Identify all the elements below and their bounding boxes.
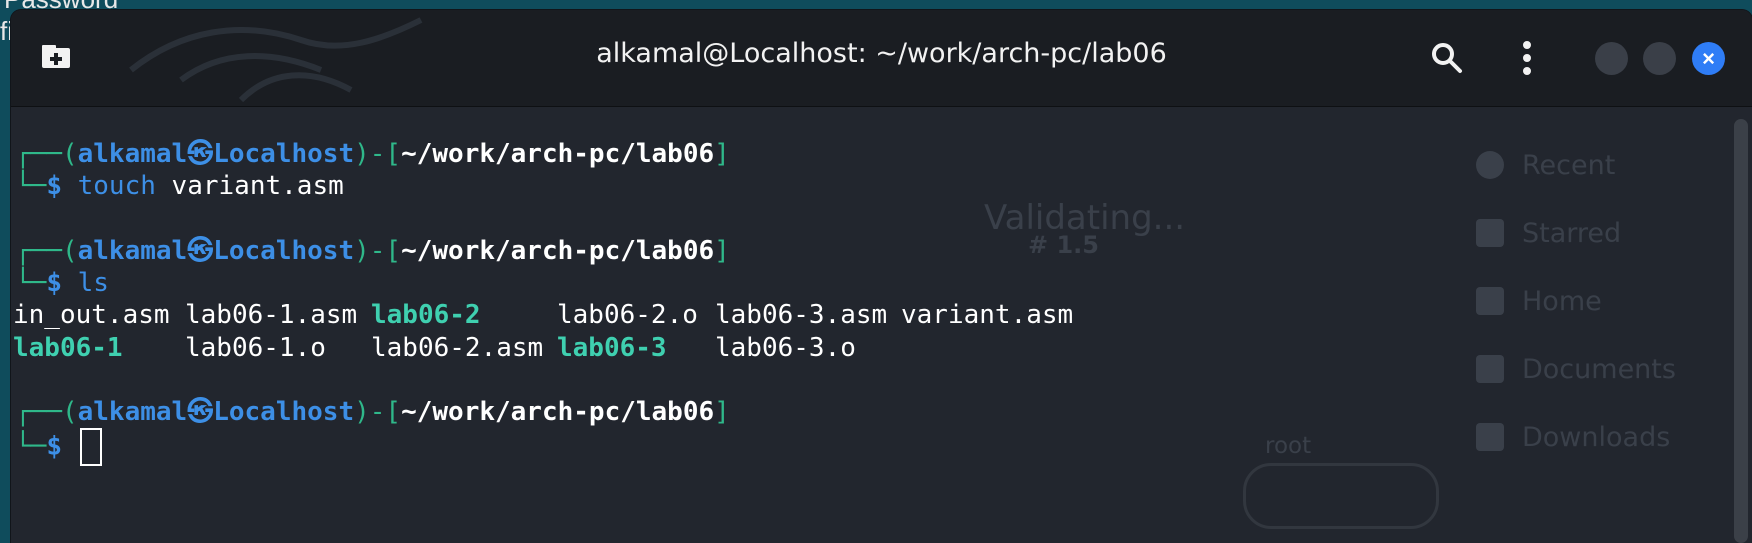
clock-icon xyxy=(1476,151,1504,179)
ghost-place-starred: Starred xyxy=(1476,213,1621,253)
command-line[interactable]: └─$ xyxy=(15,428,102,466)
close-icon: × xyxy=(1702,45,1715,71)
command-line: └─$ ls xyxy=(15,268,109,298)
file-entry: lab06-1.o xyxy=(185,333,326,363)
file-entry: in_out.asm xyxy=(13,300,170,330)
menu-button[interactable] xyxy=(1519,40,1535,76)
file-entry-executable: lab06-2 xyxy=(371,300,481,330)
new-tab-icon xyxy=(42,45,70,68)
ls-output-row: lab06-1 lab06-1.o lab06-2.asm lab06-3 lab06-… xyxy=(13,332,856,364)
scrollbar[interactable] xyxy=(1734,119,1748,543)
download-icon xyxy=(1476,423,1504,451)
file-entry: lab06-1.asm xyxy=(185,300,358,330)
file-entry: lab06-3.o xyxy=(715,333,856,363)
title-bar[interactable]: alkamal@Localhost: ~/work/arch-pc/lab06 xyxy=(11,10,1752,107)
search-button[interactable] xyxy=(1429,40,1465,76)
file-entry-executable: lab06-1 xyxy=(13,333,123,363)
window-title: alkamal@Localhost: ~/work/arch-pc/lab06 xyxy=(596,38,1167,69)
prompt-line: ┌──(alkamal㉿Localhost)-[~/work/arch-pc/l… xyxy=(15,397,730,427)
ghost-place-recent: Recent xyxy=(1476,145,1615,185)
star-icon xyxy=(1476,219,1504,247)
ghost-place-documents: Documents xyxy=(1476,349,1676,389)
file-entry-executable: lab06-3 xyxy=(557,333,667,363)
home-icon xyxy=(1476,287,1504,315)
file-entry: lab06-2.o xyxy=(557,300,698,330)
search-icon xyxy=(1432,43,1462,73)
ghost-place-home: Home xyxy=(1476,281,1602,321)
ghost-root-text: root xyxy=(1265,433,1312,459)
kebab-menu-icon xyxy=(1523,41,1531,75)
ls-output-row: in_out.asm lab06-1.asm lab06-2 lab06-2.o lab… xyxy=(13,299,1073,331)
ghost-input-box xyxy=(1243,463,1439,529)
maximize-button[interactable] xyxy=(1643,42,1676,75)
ghost-version-text: # 1.5 xyxy=(1028,231,1099,259)
file-entry: lab06-2.asm xyxy=(371,333,544,363)
close-button[interactable]: × xyxy=(1692,42,1725,75)
text-cursor xyxy=(79,428,102,466)
minimize-button[interactable] xyxy=(1595,42,1628,75)
new-tab-button[interactable] xyxy=(39,42,73,72)
prompt-line: ┌──(alkamal㉿Localhost)-[~/work/arch-pc/l… xyxy=(15,236,730,266)
command-line: └─$ touch variant.asm xyxy=(15,171,344,201)
document-icon xyxy=(1476,355,1504,383)
prompt-line: ┌──(alkamal㉿Localhost)-[~/work/arch-pc/l… xyxy=(15,139,730,169)
file-entry: lab06-3.asm xyxy=(715,300,888,330)
ghost-place-downloads: Downloads xyxy=(1476,417,1670,457)
terminal-area[interactable]: Validating... # 1.5 root Recent Starred … xyxy=(11,107,1752,543)
terminal-window: alkamal@Localhost: ~/work/arch-pc/lab06 xyxy=(11,10,1752,543)
file-entry: variant.asm xyxy=(901,300,1074,330)
